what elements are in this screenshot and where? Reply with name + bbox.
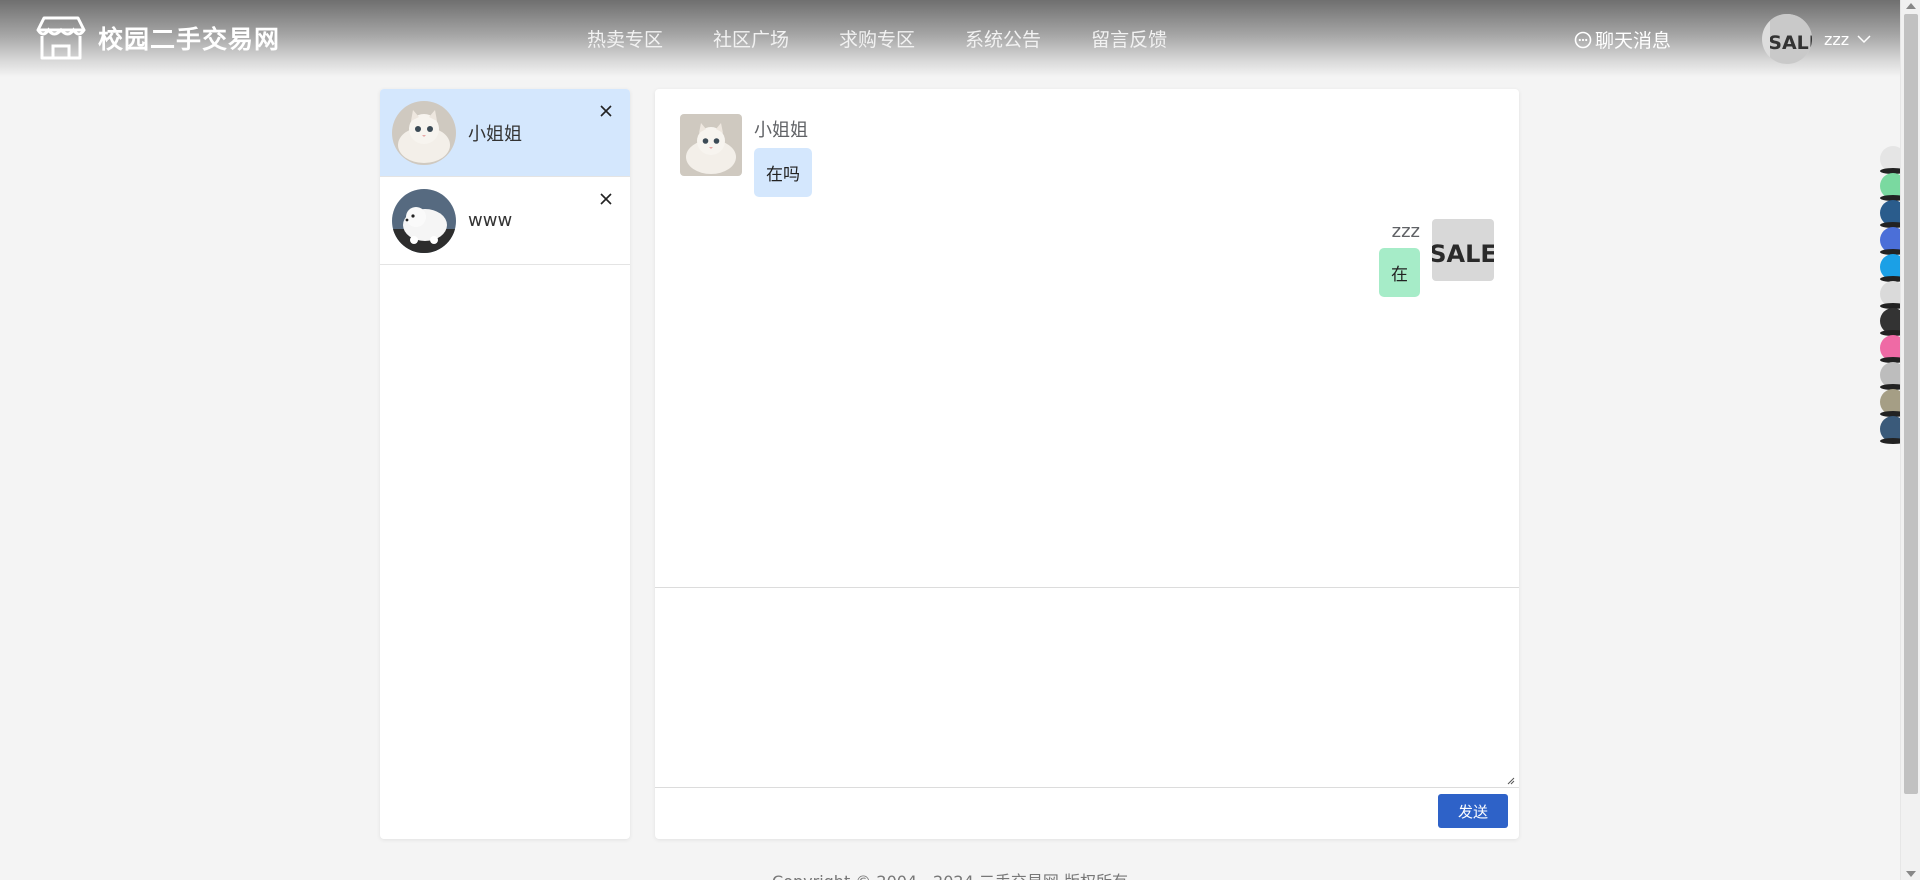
message-sender: 小姐姐: [754, 120, 808, 141]
site-title: 校园二手交易网: [98, 25, 281, 54]
close-icon[interactable]: [596, 189, 616, 209]
send-button[interactable]: 发送: [1438, 794, 1508, 828]
conversation-list: 小姐姐 www: [380, 89, 630, 839]
user-menu[interactable]: SALE zzz: [1762, 14, 1871, 64]
user-avatar-text: SALE: [1770, 32, 1812, 54]
scroll-thumb[interactable]: [1904, 14, 1918, 794]
chat-bubble-icon: [1574, 31, 1592, 48]
conversation-item[interactable]: 小姐姐: [380, 89, 630, 177]
close-icon[interactable]: [596, 101, 616, 121]
nav-wanted[interactable]: 求购专区: [839, 25, 915, 52]
user-name: zzz: [1824, 29, 1850, 49]
scroll-up-icon[interactable]: [1906, 3, 1916, 9]
avatar: [392, 188, 456, 253]
avatar: [392, 100, 456, 165]
conversation-name: 小姐姐: [468, 123, 522, 145]
message-outgoing: zzz 在 SALE: [1379, 219, 1494, 297]
avatar: SALE: [1432, 219, 1494, 281]
footer-copyright: Copyright © 2004 - 2024 二手交易网 版权所有: [0, 868, 1900, 880]
chat-messages-link[interactable]: 聊天消息: [1574, 26, 1671, 53]
main-nav: 热卖专区 社区广场 求购专区 系统公告 留言反馈: [587, 25, 1217, 52]
message-area: 小姐姐 在吗 zzz 在 SALE: [655, 89, 1519, 588]
message-input[interactable]: [655, 589, 1519, 788]
conversation-item[interactable]: www: [380, 177, 630, 265]
user-avatar: SALE: [1762, 14, 1812, 64]
nav-feedback[interactable]: 留言反馈: [1091, 25, 1167, 52]
conversation-name: www: [468, 210, 513, 231]
scroll-down-icon[interactable]: [1906, 871, 1916, 877]
page-scrollbar[interactable]: [1900, 0, 1920, 880]
avatar-text: SALE: [1432, 240, 1494, 268]
nav-hot-sale[interactable]: 热卖专区: [587, 25, 663, 52]
message-incoming: 小姐姐 在吗: [680, 114, 812, 197]
nav-announcements[interactable]: 系统公告: [965, 25, 1041, 52]
message-sender: zzz: [1391, 221, 1420, 242]
chat-messages-label: 聊天消息: [1595, 30, 1672, 52]
resize-grip-icon[interactable]: [1505, 775, 1515, 785]
site-logo[interactable]: 校园二手交易网: [36, 14, 280, 62]
message-bubble: 在吗: [754, 148, 812, 197]
top-header: 校园二手交易网 热卖专区 社区广场 求购专区 系统公告 留言反馈 聊天消息 SA…: [0, 0, 1900, 77]
nav-community[interactable]: 社区广场: [713, 25, 789, 52]
message-bubble: 在: [1379, 248, 1420, 297]
chevron-down-icon: [1857, 35, 1871, 44]
store-icon: [36, 16, 86, 60]
chat-window: 小姐姐 在吗 zzz 在 SALE 发送: [655, 89, 1519, 839]
avatar: [680, 114, 742, 176]
